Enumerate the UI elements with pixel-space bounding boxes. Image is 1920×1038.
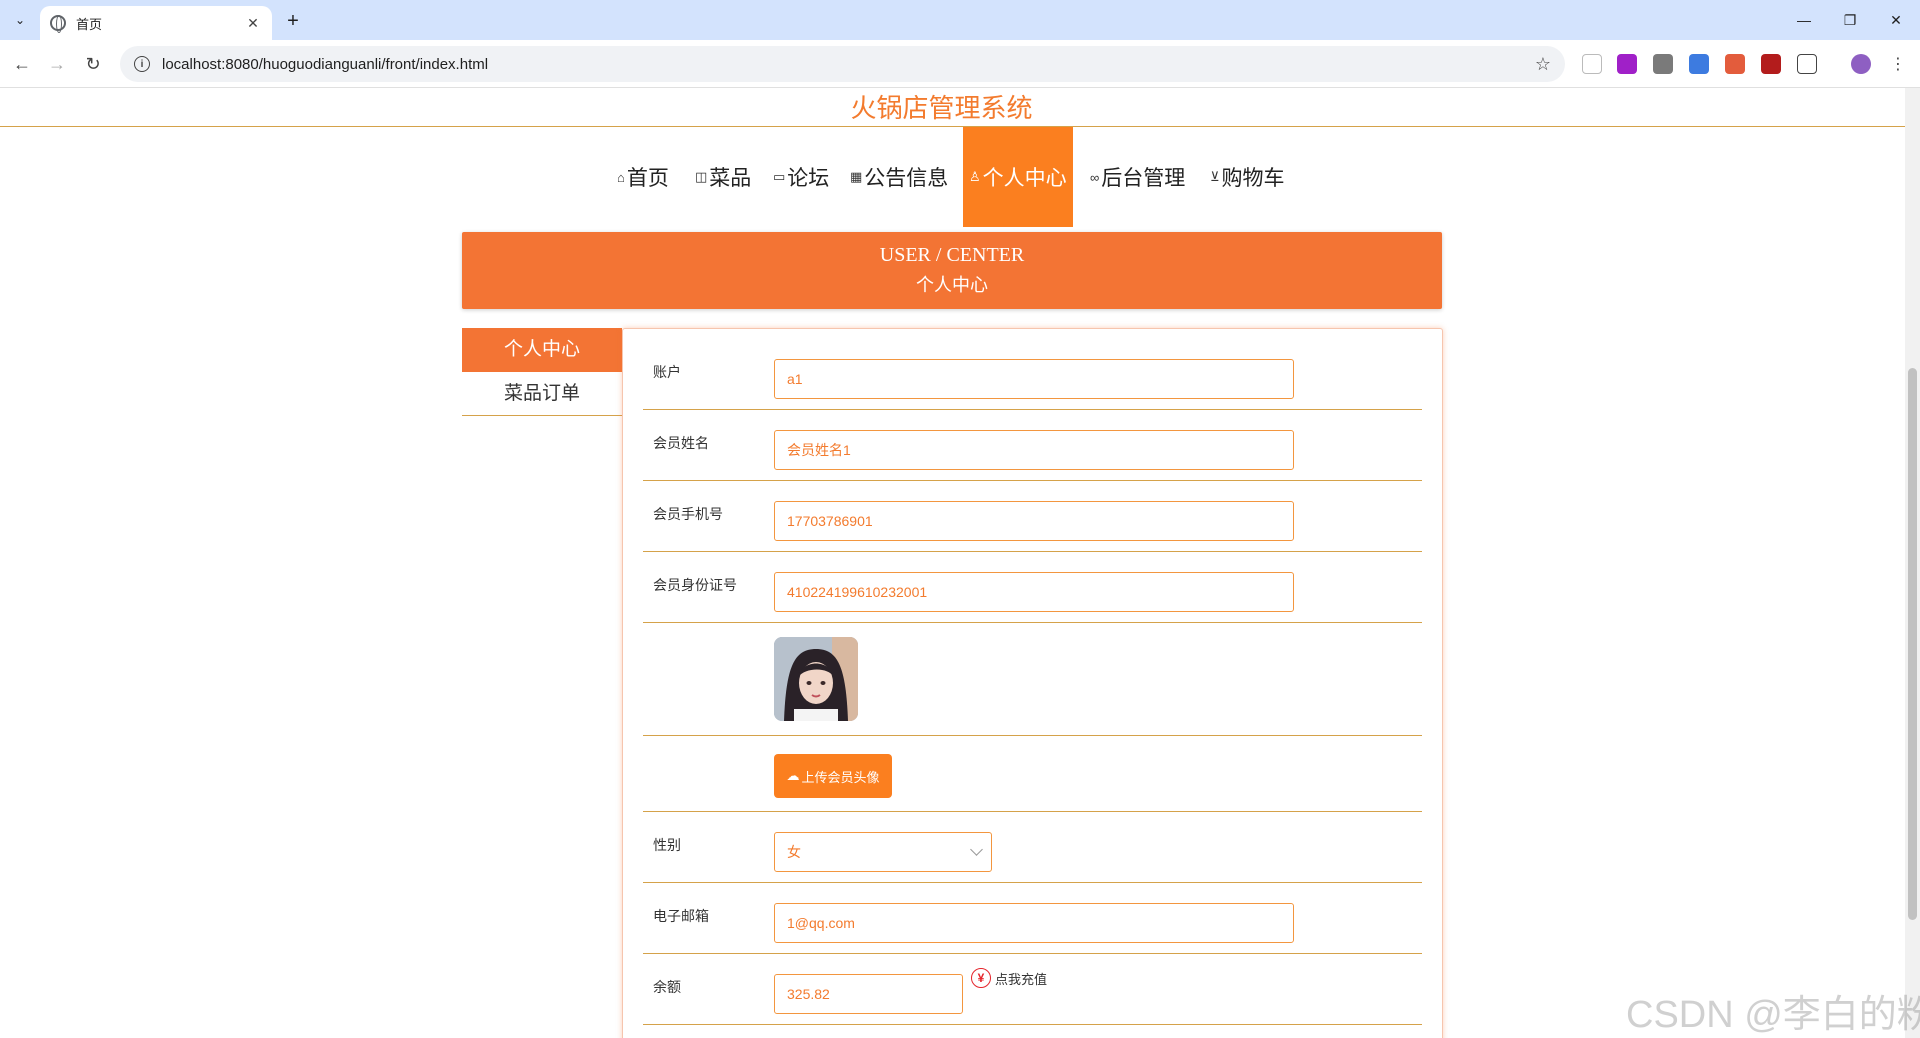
idcard-input[interactable]: 410224199610232001: [774, 572, 1294, 612]
csdn-watermark: CSDN @李白的粉: [1626, 994, 1920, 1036]
balance-label: 余额: [653, 979, 681, 995]
extension-cursor-icon[interactable]: [1582, 54, 1602, 74]
form-row-account: 账户 a1: [643, 329, 1422, 410]
phone-label: 会员手机号: [653, 506, 723, 522]
nav-admin[interactable]: ∞ 后台管理: [1090, 127, 1185, 227]
sidebar-menu: 个人中心 菜品订单: [462, 328, 622, 416]
user-icon: ♙: [969, 169, 981, 184]
browser-tab-bar: ⌄ 首页 ✕ + — ❐ ✕: [0, 0, 1920, 40]
form-row-upload: ☁ 上传会员头像: [643, 736, 1422, 812]
idcard-label: 会员身份证号: [653, 577, 737, 593]
form-row-email: 电子邮箱 1@qq.com: [643, 883, 1422, 954]
notice-icon: ▦: [850, 169, 863, 184]
gender-selected-value: 女: [787, 844, 801, 860]
back-arrow-icon[interactable]: ←: [8, 50, 36, 78]
profile-form: 账户 a1 会员姓名 会员姓名1 会员手机号 17703786901 会员身份证…: [622, 328, 1443, 1038]
nav-cart[interactable]: ⊻ 购物车: [1210, 127, 1285, 227]
url-text[interactable]: localhost:8080/huoguodianguanli/front/in…: [162, 56, 1535, 73]
browser-menu-icon[interactable]: ⋮: [1884, 50, 1912, 78]
url-omnibox[interactable]: i localhost:8080/huoguodianguanli/front/…: [120, 46, 1565, 82]
extension-tree-icon[interactable]: [1725, 54, 1745, 74]
nav-label: 首页: [626, 167, 669, 190]
tab-title: 首页: [76, 16, 103, 32]
extension-blue-icon[interactable]: [1689, 54, 1709, 74]
profile-avatar-icon[interactable]: [1851, 54, 1871, 74]
nav-label: 后台管理: [1101, 167, 1186, 190]
balance-input[interactable]: 325.82: [774, 974, 963, 1014]
new-tab-button[interactable]: +: [280, 8, 306, 34]
cart-icon: ⊻: [1210, 169, 1220, 184]
phone-input[interactable]: 17703786901: [774, 501, 1294, 541]
extension-shield-icon[interactable]: [1761, 54, 1781, 74]
yen-icon: ¥: [971, 968, 991, 988]
avatar-image: [774, 637, 858, 721]
upload-avatar-button[interactable]: ☁ 上传会员头像: [774, 754, 892, 798]
nav-home[interactable]: ⌂ 首页: [617, 127, 669, 227]
home-icon: ⌂: [617, 169, 625, 185]
chevron-down-icon: [970, 843, 983, 856]
restore-icon[interactable]: ❐: [1827, 6, 1873, 34]
form-row-balance: 余额 325.82 ¥ 点我充值: [643, 954, 1422, 1025]
extension-game-icon[interactable]: [1653, 54, 1673, 74]
user-center-banner: USER / CENTER 个人中心: [462, 232, 1442, 309]
nav-label: 个人中心: [982, 167, 1067, 190]
gender-select[interactable]: 女: [774, 832, 992, 872]
nav-forum[interactable]: ▭ 论坛: [773, 127, 829, 227]
email-input[interactable]: 1@qq.com: [774, 903, 1294, 943]
dish-icon: ◫: [695, 169, 708, 184]
form-row-avatar: [643, 623, 1422, 736]
extension-purple-icon[interactable]: [1617, 54, 1637, 74]
forward-arrow-icon[interactable]: →: [43, 50, 71, 78]
main-nav: ⌂ 首页 ◫ 菜品 ▭ 论坛 ▦ 公告信息 ♙ 个人中心 ∞ 后台管理 ⊻ 购物车: [0, 127, 1905, 227]
nav-label: 论坛: [787, 167, 830, 190]
tab-search-chevron-icon[interactable]: ⌄: [8, 8, 32, 32]
gender-label: 性别: [653, 837, 681, 853]
nav-dishes[interactable]: ◫ 菜品: [695, 127, 751, 227]
close-window-icon[interactable]: ✕: [1873, 6, 1919, 34]
form-row-gender: 性别 女: [643, 812, 1422, 883]
cloud-upload-icon: ☁: [786, 768, 800, 783]
name-input[interactable]: 会员姓名1: [774, 430, 1294, 470]
site-title: 火锅店管理系统: [850, 93, 1033, 123]
nav-label: 公告信息: [864, 167, 949, 190]
banner-english: USER / CENTER: [879, 244, 1025, 266]
recharge-label: 点我充值: [995, 971, 1048, 987]
link-icon: ∞: [1090, 169, 1100, 185]
forum-icon: ▭: [773, 169, 786, 184]
name-label: 会员姓名: [653, 435, 709, 451]
globe-icon: [50, 15, 66, 33]
extensions-puzzle-icon[interactable]: [1797, 54, 1817, 74]
sidebar-item-orders[interactable]: 菜品订单: [462, 372, 622, 416]
nav-notice[interactable]: ▦ 公告信息: [850, 127, 948, 227]
page-scrollbar-thumb[interactable]: [1908, 368, 1917, 920]
form-row-idcard: 会员身份证号 410224199610232001: [643, 552, 1422, 623]
upload-button-label: 上传会员头像: [801, 769, 880, 785]
email-label: 电子邮箱: [653, 908, 709, 924]
banner-chinese: 个人中心: [916, 275, 988, 295]
form-row-phone: 会员手机号 17703786901: [643, 481, 1422, 552]
recharge-link[interactable]: ¥ 点我充值: [971, 968, 1047, 988]
address-bar: ← → ↻ i localhost:8080/huoguodianguanli/…: [0, 40, 1920, 88]
nav-label: 购物车: [1221, 167, 1285, 190]
tab-close-icon[interactable]: ✕: [244, 15, 262, 32]
minimize-icon[interactable]: —: [1781, 6, 1827, 34]
nav-label: 菜品: [709, 167, 752, 190]
reload-icon[interactable]: ↻: [79, 50, 107, 78]
form-row-name: 会员姓名 会员姓名1: [643, 410, 1422, 481]
avatar-portrait: [774, 637, 858, 721]
account-label: 账户: [653, 364, 681, 380]
sidebar-item-user-center[interactable]: 个人中心: [462, 328, 622, 372]
nav-user-center[interactable]: ♙ 个人中心: [963, 127, 1073, 227]
page-viewport: 火锅店管理系统 ⌂ 首页 ◫ 菜品 ▭ 论坛 ▦ 公告信息 ♙ 个人中心 ∞ 后台管理 ⊻ 购…: [0, 88, 1905, 1038]
browser-tab-active[interactable]: 首页 ✕: [40, 6, 272, 40]
account-input[interactable]: a1: [774, 359, 1294, 399]
bookmark-star-icon[interactable]: ☆: [1535, 54, 1551, 75]
site-info-icon[interactable]: i: [134, 56, 150, 72]
